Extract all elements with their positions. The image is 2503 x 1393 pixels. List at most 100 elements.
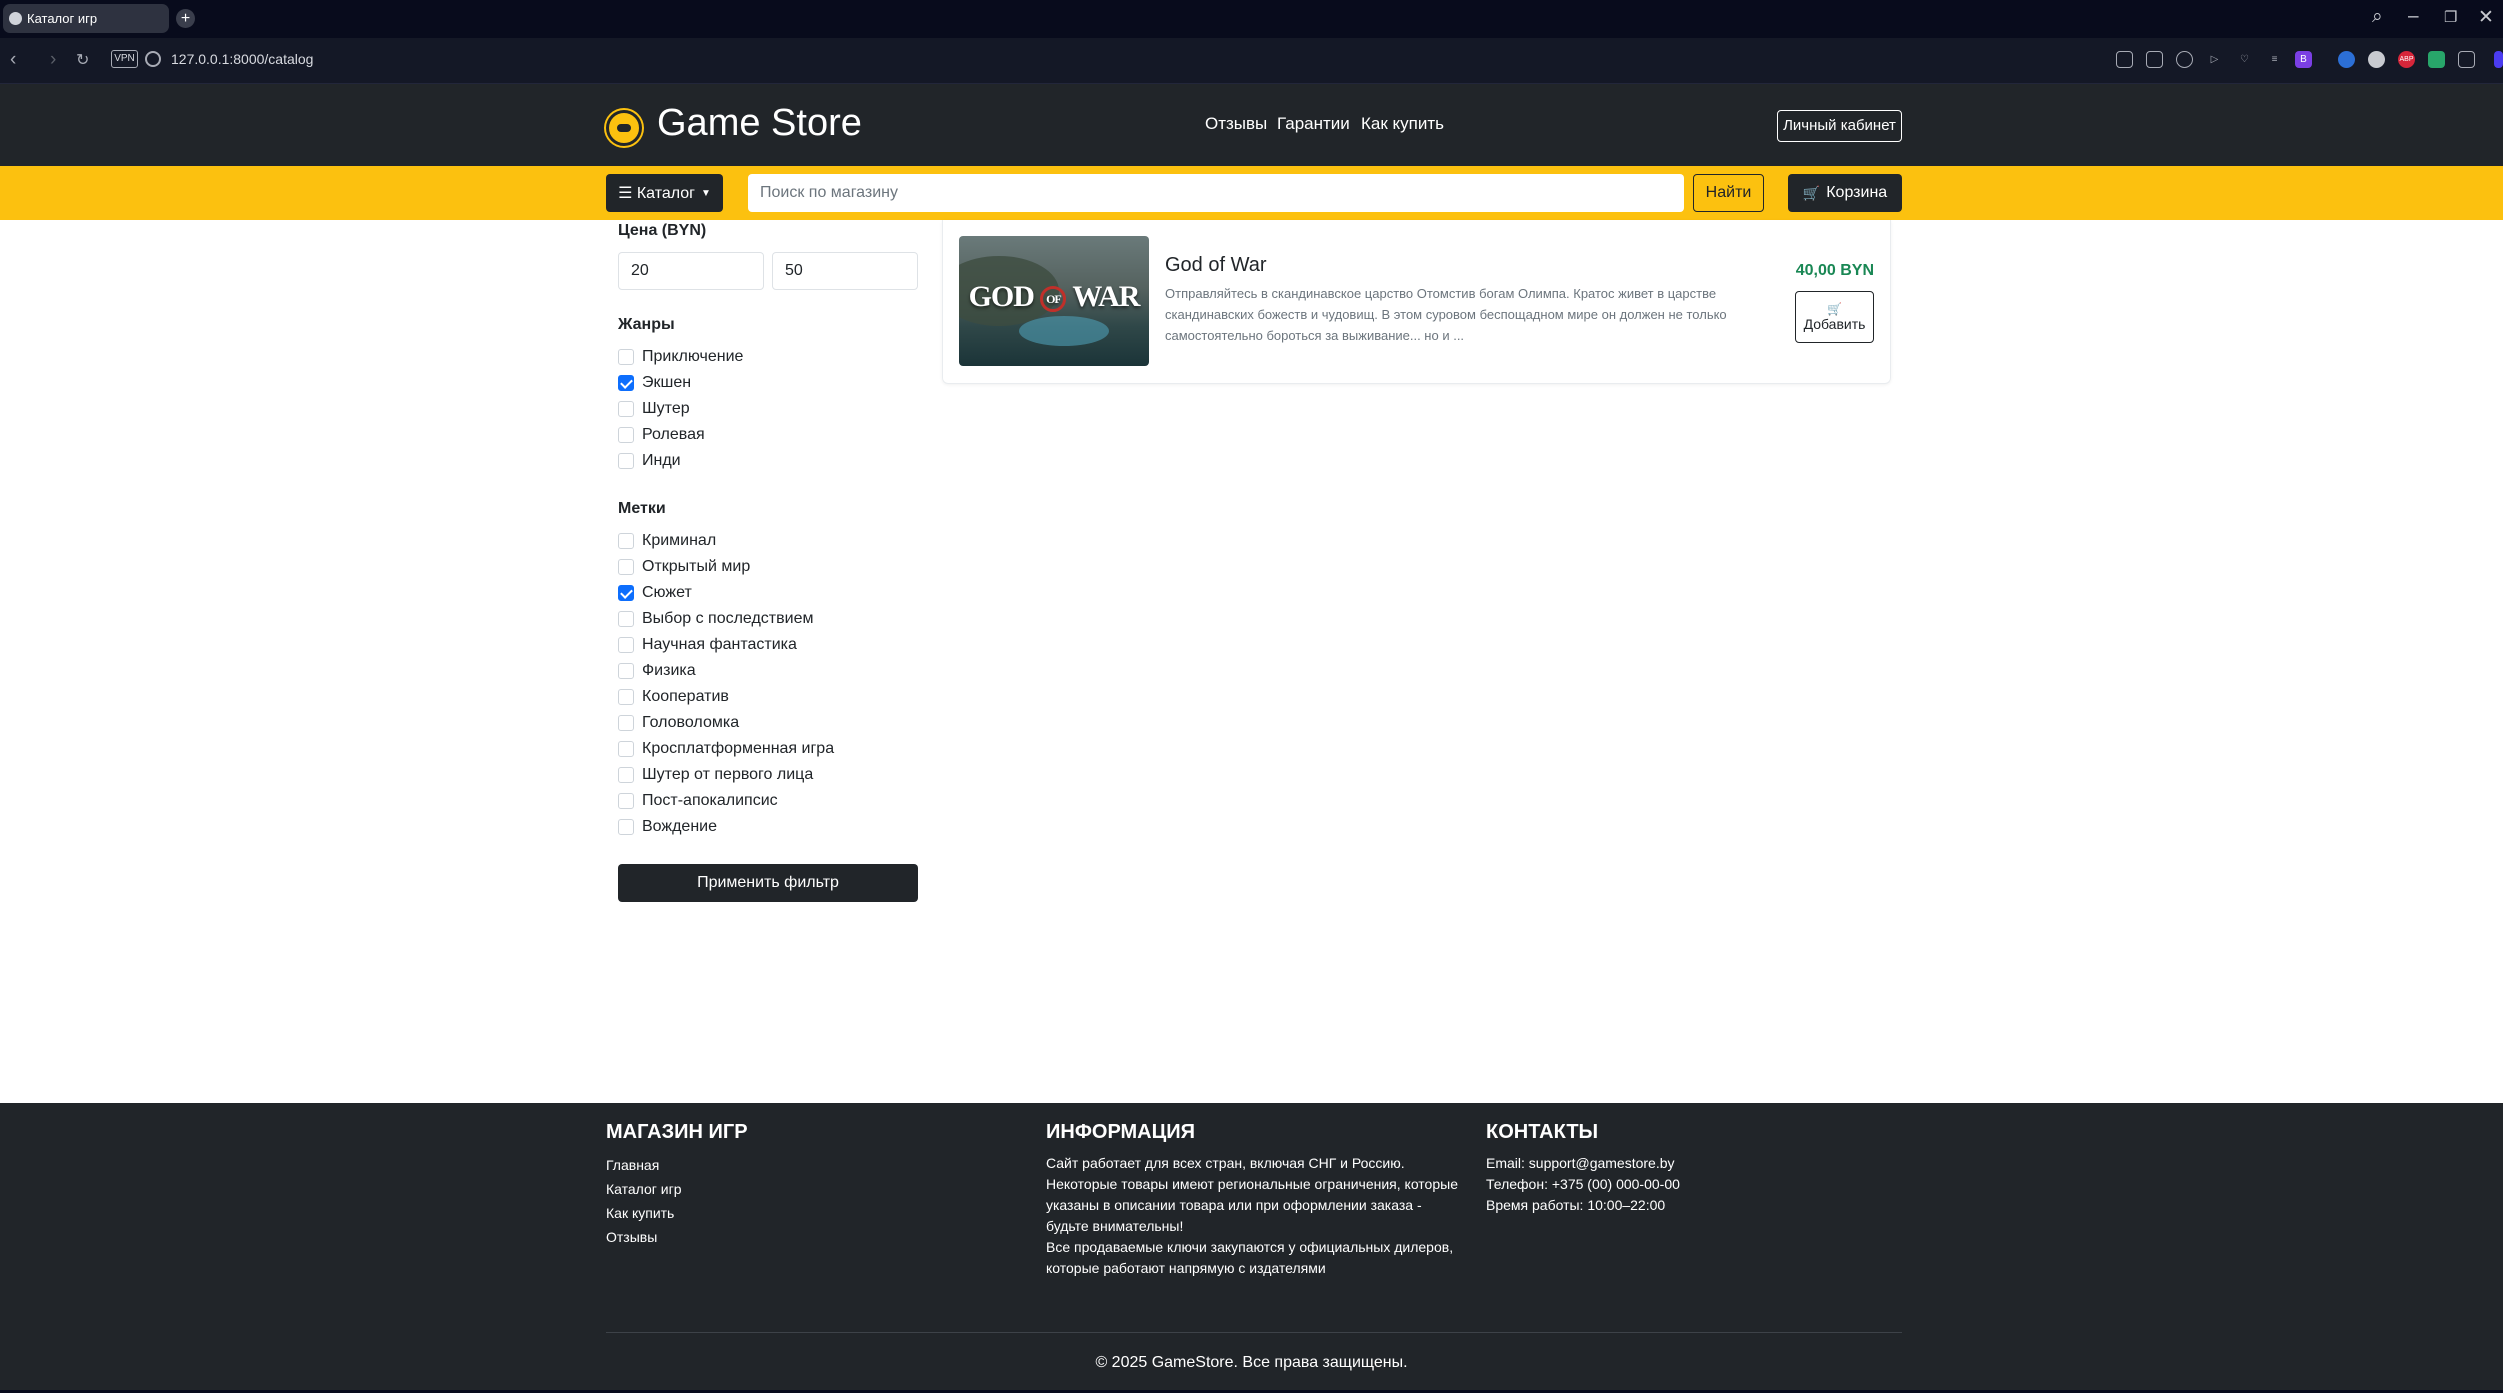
- price-max-input[interactable]: 50: [772, 252, 918, 290]
- tag-option[interactable]: Физика: [618, 660, 696, 682]
- browser-tab[interactable]: Каталог игр: [3, 4, 169, 33]
- genre-option[interactable]: Ролевая: [618, 424, 705, 446]
- add-to-cart-button[interactable]: 🛒 Добавить: [1795, 291, 1874, 343]
- product-title[interactable]: God of War: [1165, 254, 1267, 277]
- checkbox[interactable]: [618, 663, 634, 679]
- new-tab-button[interactable]: +: [176, 9, 195, 28]
- cart-button[interactable]: 🛒 Корзина: [1788, 174, 1902, 212]
- menu-lines-icon[interactable]: ≡: [2266, 51, 2283, 68]
- minimize-icon[interactable]: –: [2408, 6, 2419, 28]
- tag-label: Физика: [642, 662, 696, 679]
- genre-option[interactable]: Экшен: [618, 372, 691, 394]
- nav-link-how-to-buy[interactable]: Как купить: [1361, 114, 1444, 134]
- footer-link-catalog[interactable]: Каталог игр: [606, 1181, 682, 1197]
- site-footer: МАГАЗИН ИГР Главная Каталог игр Как купи…: [0, 1103, 2503, 1393]
- extension-globe-icon[interactable]: [2338, 51, 2355, 68]
- nav-link-reviews[interactable]: Отзывы: [1205, 114, 1267, 134]
- site-logo-text[interactable]: Game Store: [657, 102, 862, 145]
- adblock-icon[interactable]: ABP: [2398, 51, 2415, 68]
- checkbox[interactable]: [618, 453, 634, 469]
- checkbox[interactable]: [618, 715, 634, 731]
- checkbox-checked[interactable]: [618, 375, 634, 391]
- add-label: Добавить: [1803, 316, 1866, 332]
- extension-circle-icon[interactable]: [2368, 51, 2385, 68]
- tag-option[interactable]: Кросплатформенная игра: [618, 738, 834, 760]
- sidebar-toggle-icon[interactable]: [2494, 51, 2503, 68]
- vpn-badge[interactable]: VPN: [111, 50, 138, 68]
- edit-icon[interactable]: [2116, 51, 2133, 68]
- tag-option[interactable]: Открытый мир: [618, 556, 750, 578]
- image-text-of: OF: [1040, 286, 1067, 313]
- send-icon[interactable]: ▷: [2206, 51, 2223, 68]
- footer-link-how-to-buy[interactable]: Как купить: [606, 1205, 674, 1221]
- footer-divider: [606, 1332, 1902, 1333]
- extension-green-icon[interactable]: [2428, 51, 2445, 68]
- footer-info-line: указаны в описании товара или при оформл…: [1046, 1197, 1422, 1213]
- footer-info-line: будьте внимательны!: [1046, 1218, 1184, 1234]
- tag-label: Кросплатформенная игра: [642, 740, 835, 757]
- tag-option[interactable]: Головоломка: [618, 712, 739, 734]
- tag-option[interactable]: Вождение: [618, 816, 717, 838]
- checkbox[interactable]: [618, 401, 634, 417]
- checkbox[interactable]: [618, 349, 634, 365]
- catalog-dropdown-button[interactable]: ☰ Каталог ▼: [606, 174, 723, 212]
- footer-contact-email: Email: support@gamestore.by: [1486, 1155, 1675, 1171]
- genre-option[interactable]: Инди: [618, 450, 681, 472]
- checkbox-checked[interactable]: [618, 585, 634, 601]
- tag-option[interactable]: Пост-апокалипсис: [618, 790, 778, 812]
- back-icon[interactable]: ‹: [10, 49, 16, 71]
- nav-link-guarantees[interactable]: Гарантии: [1277, 114, 1350, 134]
- browser-search-icon[interactable]: ⌕: [2372, 6, 2383, 28]
- checkbox[interactable]: [618, 559, 634, 575]
- search-input[interactable]: Поиск по магазину: [748, 174, 1684, 212]
- tag-option[interactable]: Сюжет: [618, 582, 692, 604]
- extension-b-icon[interactable]: B: [2295, 51, 2312, 68]
- footer-link-reviews[interactable]: Отзывы: [606, 1229, 657, 1245]
- genre-label: Экшен: [642, 374, 692, 391]
- product-image[interactable]: GOD OF WAR: [959, 236, 1149, 366]
- cart-icon: 🛒: [1827, 302, 1842, 316]
- personal-cabinet-button[interactable]: Личный кабинет: [1777, 110, 1902, 142]
- checkbox[interactable]: [618, 611, 634, 627]
- image-text-war: WAR: [1072, 280, 1140, 313]
- checkbox[interactable]: [618, 689, 634, 705]
- apply-filter-button[interactable]: Применить фильтр: [618, 864, 918, 902]
- footer-info-title: ИНФОРМАЦИЯ: [1046, 1121, 1195, 1143]
- forward-icon[interactable]: ›: [50, 49, 56, 71]
- genre-option[interactable]: Шутер: [618, 398, 690, 420]
- image-title-art: GOD OF WAR: [959, 280, 1149, 314]
- checkbox[interactable]: [618, 533, 634, 549]
- checkbox[interactable]: [618, 741, 634, 757]
- product-card: GOD OF WAR God of War Отправляйтесь в ск…: [942, 220, 1891, 384]
- price-min-input[interactable]: 20: [618, 252, 764, 290]
- find-button[interactable]: Найти: [1693, 174, 1764, 212]
- camera-icon[interactable]: [2146, 51, 2163, 68]
- tag-option[interactable]: Шутер от первого лица: [618, 764, 813, 786]
- tag-option[interactable]: Выбор с последствием: [618, 608, 813, 630]
- footer-link-home[interactable]: Главная: [606, 1157, 659, 1173]
- checkbox[interactable]: [618, 427, 634, 443]
- shield-icon[interactable]: [2176, 51, 2193, 68]
- url-text[interactable]: 127.0.0.1:8000/catalog: [171, 51, 313, 67]
- checkbox[interactable]: [618, 819, 634, 835]
- tag-option[interactable]: Научная фантастика: [618, 634, 797, 656]
- checkbox[interactable]: [618, 793, 634, 809]
- image-water-shape: [1019, 316, 1109, 346]
- tag-option[interactable]: Криминал: [618, 530, 716, 552]
- address-bar: ‹ › ↻ VPN 127.0.0.1:8000/catalog ▷ ♡ ≡ B…: [0, 38, 2503, 84]
- extensions-puzzle-icon[interactable]: [2458, 51, 2475, 68]
- catalog-label: ☰ Каталог: [618, 185, 696, 202]
- search-toolbar: ☰ Каталог ▼ Поиск по магазину Найти 🛒 Ко…: [0, 166, 2503, 220]
- checkbox[interactable]: [618, 637, 634, 653]
- site-info-icon[interactable]: [145, 51, 161, 67]
- footer-info-line: Сайт работает для всех стран, включая СН…: [1046, 1155, 1405, 1171]
- genre-option[interactable]: Приключение: [618, 346, 743, 368]
- heart-icon[interactable]: ♡: [2236, 51, 2253, 68]
- reload-icon[interactable]: ↻: [76, 50, 89, 70]
- restore-icon[interactable]: ❐: [2444, 8, 2457, 26]
- checkbox[interactable]: [618, 767, 634, 783]
- close-window-icon[interactable]: ✕: [2478, 6, 2494, 29]
- footer-contact-phone: Телефон: +375 (00) 000-00-00: [1486, 1176, 1680, 1192]
- cart-label: Корзина: [1826, 184, 1888, 201]
- tag-option[interactable]: Кооператив: [618, 686, 729, 708]
